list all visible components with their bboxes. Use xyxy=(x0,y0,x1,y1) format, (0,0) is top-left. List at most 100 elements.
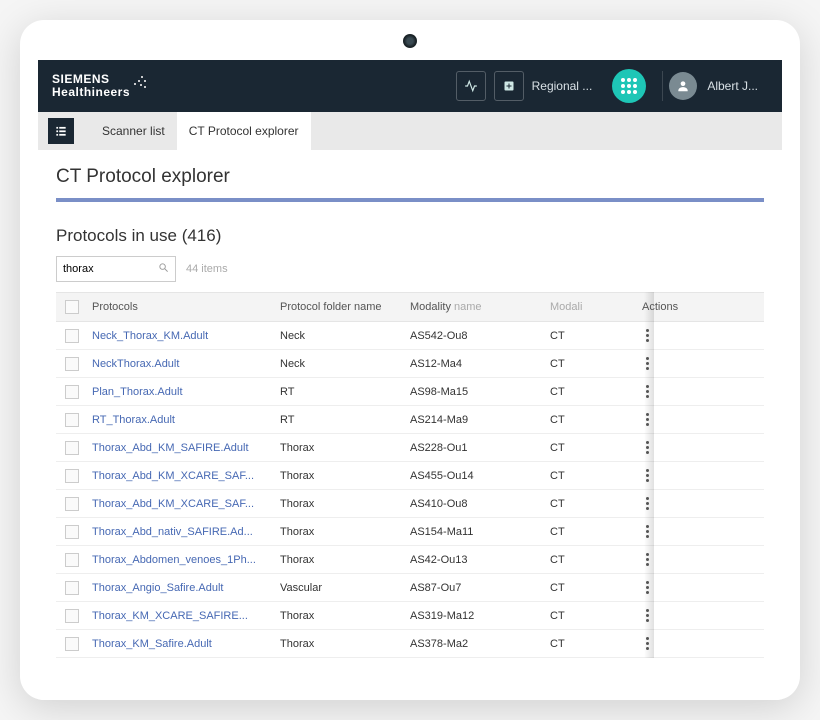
more-icon[interactable] xyxy=(642,581,652,594)
row-actions[interactable] xyxy=(622,553,764,566)
protocol-link[interactable]: Thorax_Abd_KM_XCARE_SAF... xyxy=(92,470,272,482)
brand-line2: Healthineers xyxy=(52,86,130,99)
col-protocols[interactable]: Protocols xyxy=(88,301,280,313)
section-heading-count: (416) xyxy=(182,226,222,245)
col-folder[interactable]: Protocol folder name xyxy=(280,301,410,313)
more-icon[interactable] xyxy=(642,637,652,650)
protocol-link[interactable]: Thorax_Abd_KM_XCARE_SAF... xyxy=(92,498,272,510)
table-row: Thorax_KM_XCARE_SAFIRE...ThoraxAS319-Ma1… xyxy=(56,602,764,630)
protocol-link[interactable]: RT_Thorax.Adult xyxy=(92,414,272,426)
more-icon[interactable] xyxy=(642,329,652,342)
search-icon[interactable] xyxy=(158,262,169,276)
tablet-frame: SIEMENS Healthineers Regional ... xyxy=(20,20,800,700)
more-icon[interactable] xyxy=(642,553,652,566)
row-checkbox[interactable] xyxy=(56,385,88,399)
row-actions[interactable] xyxy=(622,609,764,622)
row-actions[interactable] xyxy=(622,497,764,510)
row-checkbox[interactable] xyxy=(56,497,88,511)
search-input[interactable] xyxy=(63,263,143,275)
cell-modality-name: AS42-Ou13 xyxy=(410,554,550,566)
brand-logo: SIEMENS Healthineers xyxy=(52,73,152,99)
cell-modality-name: AS154-Ma11 xyxy=(410,526,550,538)
row-checkbox[interactable] xyxy=(56,609,88,623)
tab-scanner-list[interactable]: Scanner list xyxy=(90,112,177,150)
col-actions: Actions xyxy=(622,301,764,313)
more-icon[interactable] xyxy=(642,385,652,398)
header-divider xyxy=(662,71,663,101)
apps-button[interactable] xyxy=(612,69,646,103)
protocol-link[interactable]: Neck_Thorax_KM.Adult xyxy=(92,330,272,342)
cell-folder: RT xyxy=(280,414,410,426)
cell-folder: Thorax xyxy=(280,610,410,622)
row-actions[interactable] xyxy=(622,581,764,594)
protocol-link[interactable]: Thorax_KM_Safire.Adult xyxy=(92,638,272,650)
activity-icon[interactable] xyxy=(456,71,486,101)
cell-modality-name: AS378-Ma2 xyxy=(410,638,550,650)
cell-modality: CT xyxy=(550,498,622,510)
row-checkbox[interactable] xyxy=(56,525,88,539)
table-row: Thorax_Abd_KM_XCARE_SAF...ThoraxAS410-Ou… xyxy=(56,490,764,518)
protocols-section: Protocols in use (416) 44 items Protocol… xyxy=(38,212,782,658)
table-row: NeckThorax.AdultNeckAS12-Ma4CT xyxy=(56,350,764,378)
page-title: CT Protocol explorer xyxy=(56,166,764,188)
cell-folder: Thorax xyxy=(280,442,410,454)
more-icon[interactable] xyxy=(642,357,652,370)
row-checkbox[interactable] xyxy=(56,469,88,483)
col-modality-name[interactable]: Modality name xyxy=(410,301,550,313)
table-row: Thorax_KM_Safire.AdultThoraxAS378-Ma2CT xyxy=(56,630,764,658)
list-icon[interactable] xyxy=(48,118,74,144)
cell-folder: Neck xyxy=(280,330,410,342)
row-checkbox[interactable] xyxy=(56,413,88,427)
title-underline xyxy=(56,198,764,202)
row-actions[interactable] xyxy=(622,329,764,342)
avatar[interactable] xyxy=(669,72,697,100)
row-checkbox[interactable] xyxy=(56,357,88,371)
more-icon[interactable] xyxy=(642,413,652,426)
protocol-link[interactable]: Thorax_Abd_nativ_SAFIRE.Ad... xyxy=(92,526,272,538)
search-row: 44 items xyxy=(56,256,764,282)
regional-label[interactable]: Regional ... xyxy=(532,79,593,93)
cell-modality-name: AS542-Ou8 xyxy=(410,330,550,342)
row-actions[interactable] xyxy=(622,357,764,370)
cell-modality: CT xyxy=(550,554,622,566)
row-actions[interactable] xyxy=(622,441,764,454)
row-actions[interactable] xyxy=(622,413,764,426)
more-icon[interactable] xyxy=(642,497,652,510)
row-actions[interactable] xyxy=(622,469,764,482)
more-icon[interactable] xyxy=(642,609,652,622)
cell-modality-name: AS87-Ou7 xyxy=(410,582,550,594)
protocol-link[interactable]: Thorax_Angio_Safire.Adult xyxy=(92,582,272,594)
cell-folder: Thorax xyxy=(280,526,410,538)
col-modality[interactable]: Modali xyxy=(550,301,622,313)
row-actions[interactable] xyxy=(622,385,764,398)
user-name[interactable]: Albert J... xyxy=(707,79,758,93)
header-checkbox[interactable] xyxy=(56,300,88,314)
protocol-link[interactable]: Thorax_Abd_KM_SAFIRE.Adult xyxy=(92,442,272,454)
row-checkbox[interactable] xyxy=(56,581,88,595)
row-actions[interactable] xyxy=(622,637,764,650)
table-row: Thorax_Angio_Safire.AdultVascularAS87-Ou… xyxy=(56,574,764,602)
protocol-link[interactable]: Thorax_Abdomen_venoes_1Ph... xyxy=(92,554,272,566)
more-icon[interactable] xyxy=(642,441,652,454)
section-heading-prefix: Protocols in use xyxy=(56,226,182,245)
section-heading: Protocols in use (416) xyxy=(56,226,764,246)
search-box[interactable] xyxy=(56,256,176,282)
protocol-link[interactable]: Thorax_KM_XCARE_SAFIRE... xyxy=(92,610,272,622)
table-header: Protocols Protocol folder name Modality … xyxy=(56,292,764,322)
hospital-icon[interactable] xyxy=(494,71,524,101)
more-icon[interactable] xyxy=(642,469,652,482)
cell-modality-name: AS410-Ou8 xyxy=(410,498,550,510)
cell-folder: RT xyxy=(280,386,410,398)
cell-folder: Thorax xyxy=(280,554,410,566)
row-actions[interactable] xyxy=(622,525,764,538)
row-checkbox[interactable] xyxy=(56,553,88,567)
app-screen: SIEMENS Healthineers Regional ... xyxy=(38,60,782,700)
more-icon[interactable] xyxy=(642,525,652,538)
protocol-link[interactable]: NeckThorax.Adult xyxy=(92,358,272,370)
row-checkbox[interactable] xyxy=(56,441,88,455)
table-row: Thorax_Abdomen_venoes_1Ph... ThoraxAS42-O… xyxy=(56,546,764,574)
tab-protocol-explorer[interactable]: CT Protocol explorer xyxy=(177,112,311,150)
row-checkbox[interactable] xyxy=(56,329,88,343)
protocol-link[interactable]: Plan_Thorax.Adult xyxy=(92,386,272,398)
row-checkbox[interactable] xyxy=(56,637,88,651)
